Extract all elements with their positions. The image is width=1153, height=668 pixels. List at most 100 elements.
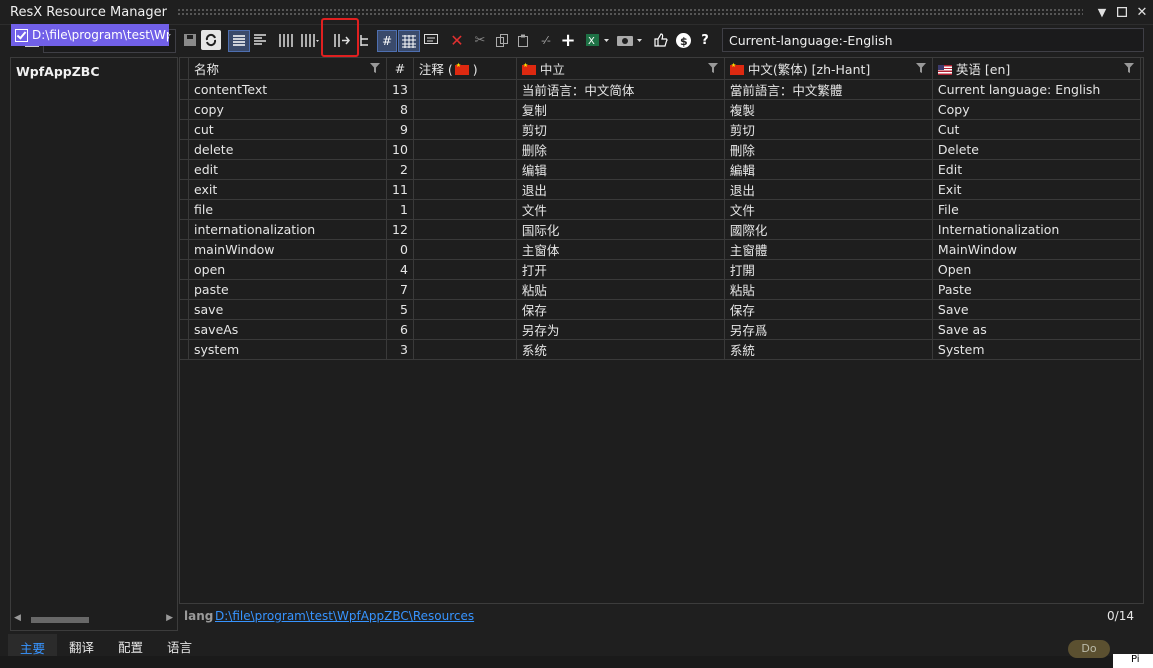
tab-language[interactable]: 语言 — [155, 634, 204, 656]
table-row[interactable]: open 4 打开 打開 Open — [180, 259, 1141, 280]
project-scrollbar[interactable]: ◀ ▶ — [11, 613, 177, 627]
column-chooser-icon[interactable] — [300, 30, 320, 50]
cell-index[interactable]: 10 — [386, 139, 414, 160]
cell-en[interactable]: Paste — [932, 279, 1141, 300]
cell-en[interactable]: Save — [932, 299, 1141, 320]
cell-index[interactable]: 0 — [386, 239, 414, 260]
cell-zh-hant[interactable]: 文件 — [724, 199, 933, 220]
row-header[interactable] — [180, 219, 189, 240]
tab-config[interactable]: 配置 — [106, 634, 155, 656]
cell-zh-hant[interactable]: 剪切 — [724, 119, 933, 140]
cell-zh-hant[interactable]: 編輯 — [724, 159, 933, 180]
cell-comment[interactable] — [413, 239, 517, 260]
cell-comment[interactable] — [413, 199, 517, 220]
cell-key[interactable]: mainWindow — [188, 239, 387, 260]
paste-icon[interactable] — [516, 30, 532, 50]
cell-zh-hant[interactable]: 主窗體 — [724, 239, 933, 260]
cell-comment[interactable] — [413, 179, 517, 200]
cell-neutral[interactable]: 保存 — [516, 299, 725, 320]
cell-zh-hant[interactable]: 複製 — [724, 99, 933, 120]
table-row[interactable]: mainWindow 0 主窗体 主窗體 MainWindow — [180, 239, 1141, 260]
row-header[interactable] — [180, 299, 189, 320]
row-header[interactable] — [180, 259, 189, 280]
column-header-name[interactable]: 名称 — [188, 58, 387, 80]
snapshot-icon[interactable] — [616, 30, 644, 50]
cell-key[interactable]: system — [188, 339, 387, 360]
table-row[interactable]: edit 2 编辑 編輯 Edit — [180, 159, 1141, 180]
cell-comment[interactable] — [413, 119, 517, 140]
row-header[interactable] — [180, 339, 189, 360]
excel-icon[interactable]: X — [585, 30, 611, 50]
cell-zh-hant[interactable]: 另存爲 — [724, 319, 933, 340]
cell-en[interactable]: Delete — [932, 139, 1141, 160]
filter-icon[interactable] — [915, 63, 926, 73]
row-header[interactable] — [180, 279, 189, 300]
table-row[interactable]: saveAs 6 另存为 另存爲 Save as — [180, 319, 1141, 340]
cell-en[interactable]: MainWindow — [932, 239, 1141, 260]
table-row[interactable]: file 1 文件 文件 File — [180, 199, 1141, 220]
cell-comment[interactable] — [413, 279, 517, 300]
cell-zh-hant[interactable]: 國際化 — [724, 219, 933, 240]
filter-icon[interactable] — [1123, 63, 1134, 73]
delete-icon[interactable]: ✕ — [449, 30, 465, 50]
grid-icon[interactable] — [398, 30, 420, 52]
cell-neutral[interactable]: 复制 — [516, 99, 725, 120]
cell-neutral[interactable]: 剪切 — [516, 119, 725, 140]
hierarchy-icon[interactable] — [358, 30, 372, 50]
cell-en[interactable]: Copy — [932, 99, 1141, 120]
cell-zh-hant[interactable]: 當前語言：中文繁體 — [724, 79, 933, 100]
cell-neutral[interactable]: 系统 — [516, 339, 725, 360]
cell-index[interactable]: 2 — [386, 159, 414, 180]
scroll-left-icon[interactable]: ◀ — [14, 613, 21, 623]
cell-index[interactable]: 3 — [386, 339, 414, 360]
hash-icon[interactable]: # — [377, 30, 397, 52]
cell-index[interactable]: 5 — [386, 299, 414, 320]
row-header[interactable] — [180, 179, 189, 200]
cell-zh-hant[interactable]: 粘貼 — [724, 279, 933, 300]
cell-neutral[interactable]: 退出 — [516, 179, 725, 200]
cell-en[interactable]: Save as — [932, 319, 1141, 340]
cell-comment[interactable] — [413, 139, 517, 160]
cell-zh-hant[interactable]: 退出 — [724, 179, 933, 200]
cell-zh-hant[interactable]: 系統 — [724, 339, 933, 360]
cell-key[interactable]: edit — [188, 159, 387, 180]
save-icon[interactable] — [183, 30, 197, 50]
cell-neutral[interactable]: 国际化 — [516, 219, 725, 240]
cell-en[interactable]: System — [932, 339, 1141, 360]
cell-neutral[interactable]: 当前语言：中文简体 — [516, 79, 725, 100]
cell-key[interactable]: copy — [188, 99, 387, 120]
maximize-icon[interactable] — [1113, 3, 1131, 21]
donate-icon[interactable]: $ — [675, 30, 691, 50]
cell-key[interactable]: internationalization — [188, 219, 387, 240]
cell-zh-hant[interactable]: 刪除 — [724, 139, 933, 160]
cell-index[interactable]: 4 — [386, 259, 414, 280]
cell-neutral[interactable]: 编辑 — [516, 159, 725, 180]
cell-en[interactable]: Edit — [932, 159, 1141, 180]
row-header[interactable] — [180, 119, 189, 140]
table-row[interactable]: cut 9 剪切 剪切 Cut — [180, 119, 1141, 140]
comment-icon[interactable] — [423, 30, 439, 50]
table-row[interactable]: exit 11 退出 退出 Exit — [180, 179, 1141, 200]
cell-index[interactable]: 9 — [386, 119, 414, 140]
cell-neutral[interactable]: 粘贴 — [516, 279, 725, 300]
cell-comment[interactable] — [413, 79, 517, 100]
row-header[interactable] — [180, 79, 189, 100]
help-icon[interactable]: ? — [698, 30, 712, 50]
cell-key[interactable]: exit — [188, 179, 387, 200]
row-header[interactable] — [180, 239, 189, 260]
row-header[interactable] — [180, 99, 189, 120]
resource-path-link[interactable]: D:\file\program\test\WpfAppZBC\Resources — [215, 609, 474, 623]
cell-key[interactable]: delete — [188, 139, 387, 160]
cell-neutral[interactable]: 另存为 — [516, 319, 725, 340]
table-row[interactable]: contentText 13 当前语言：中文简体 當前語言：中文繁體 Current l… — [180, 79, 1141, 100]
invariant-icon[interactable]: -⁄- — [537, 30, 555, 50]
cut-icon[interactable]: ✂ — [472, 30, 488, 50]
column-header-neutral[interactable]: 中立 — [516, 58, 725, 80]
close-icon[interactable]: ✕ — [1133, 3, 1151, 21]
cell-en[interactable]: Open — [932, 259, 1141, 280]
cell-key[interactable]: saveAs — [188, 319, 387, 340]
column-header-comment[interactable]: 注释 () — [413, 58, 517, 80]
row-header[interactable] — [180, 139, 189, 160]
cell-neutral[interactable]: 删除 — [516, 139, 725, 160]
cell-neutral[interactable]: 主窗体 — [516, 239, 725, 260]
